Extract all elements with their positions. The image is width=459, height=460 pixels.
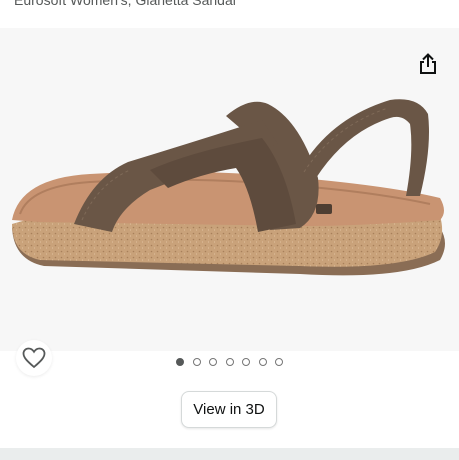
carousel-dots (0, 358, 459, 372)
carousel-dot[interactable] (192, 358, 201, 366)
carousel-dot[interactable] (176, 358, 184, 366)
product-image[interactable] (0, 28, 459, 351)
carousel-dot[interactable] (258, 358, 267, 366)
section-divider (0, 448, 459, 460)
product-title[interactable]: Eurosoft Women's, Gianetta Sandal (14, 0, 236, 8)
carousel-dot[interactable] (275, 358, 283, 366)
product-image-carousel[interactable] (0, 28, 459, 376)
title-strip: Eurosoft Women's, Gianetta Sandal (0, 0, 459, 28)
carousel-dot[interactable] (242, 358, 250, 366)
carousel-dot[interactable] (209, 358, 217, 366)
carousel-dot[interactable] (225, 358, 234, 366)
view-in-3d-button[interactable]: View in 3D (181, 391, 277, 428)
share-icon (420, 53, 436, 74)
share-button[interactable] (414, 50, 442, 78)
